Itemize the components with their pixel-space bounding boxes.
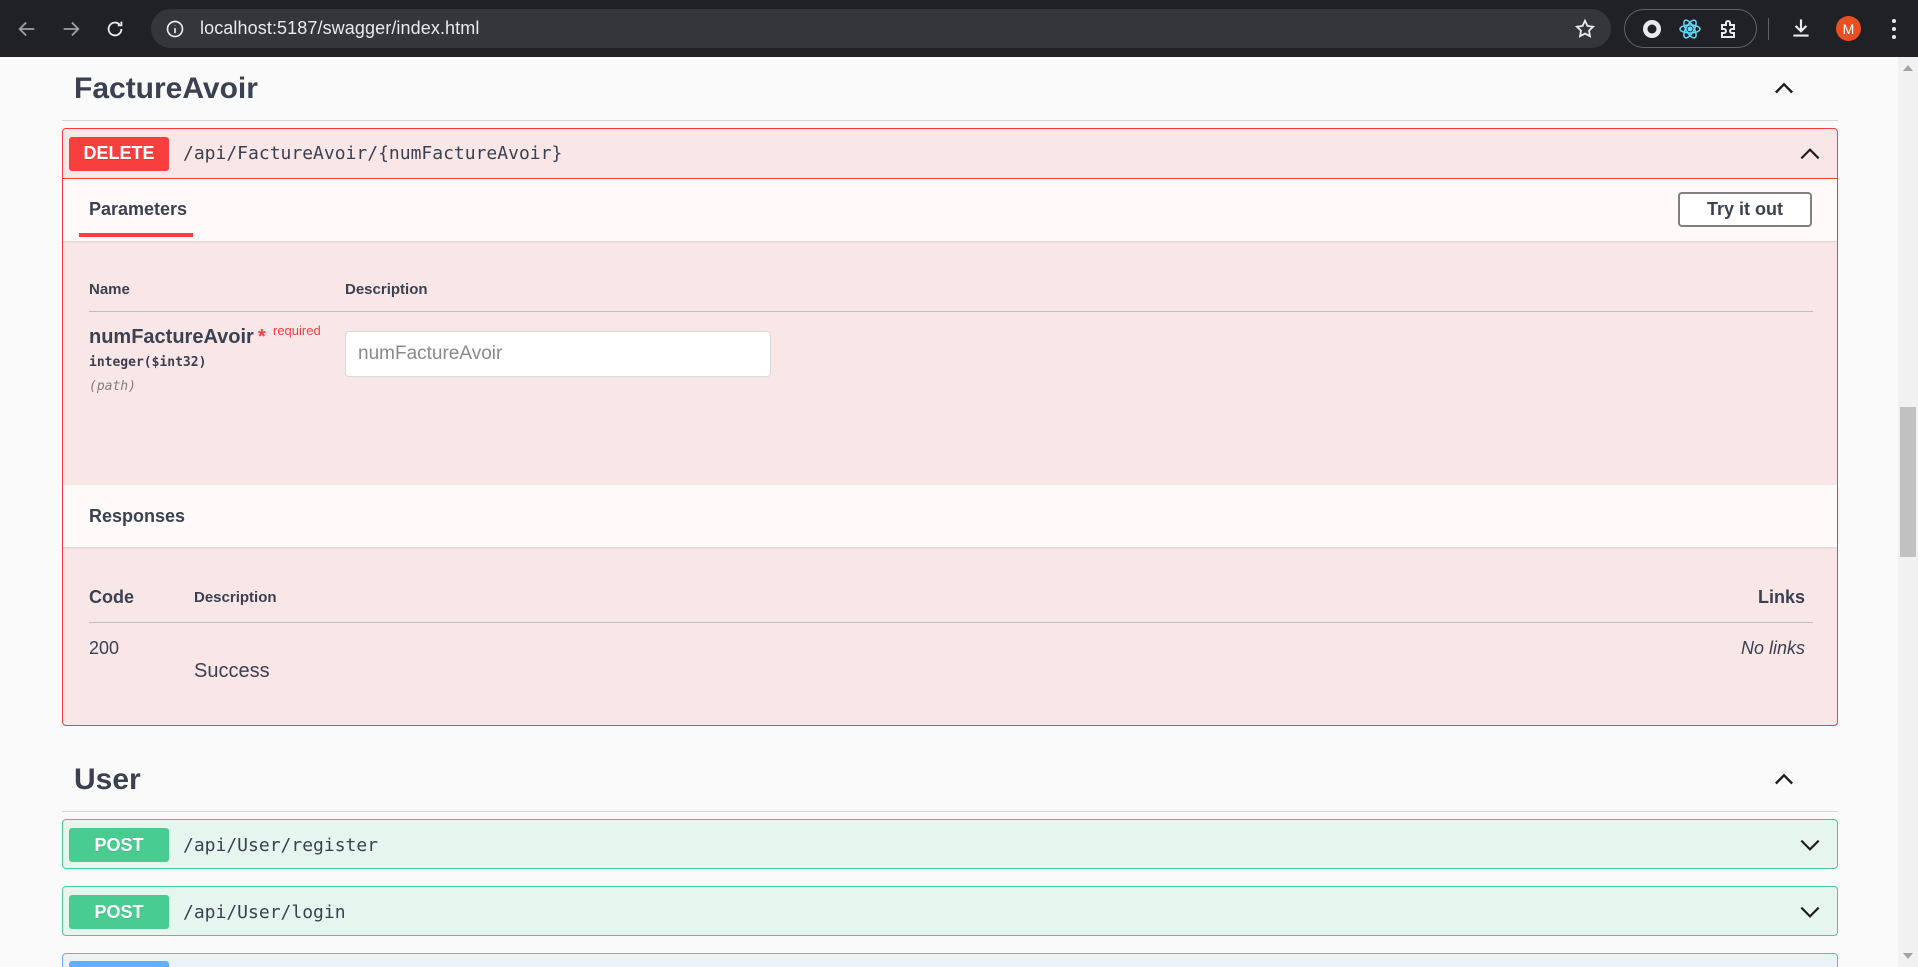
page-scrollbar[interactable] [1898,57,1918,967]
section-title: FactureAvoir [74,71,258,105]
responses-header: Responses [63,485,1837,547]
method-badge [69,961,169,967]
responses-title: Responses [89,506,186,526]
required-star: * [257,326,266,348]
profile-initial: M [1842,20,1855,37]
extensions-group [1624,9,1757,48]
address-bar[interactable]: localhost:5187/swagger/index.html [151,9,1611,48]
parameter-type: integer($int32) [89,355,207,370]
puzzle-icon[interactable] [1717,17,1741,41]
required-label: required [273,323,321,338]
parameters-table: Name Description numFactureAvoir * requir… [63,241,1837,485]
browser-toolbar: localhost:5187/swagger/index.html M [0,0,1918,57]
operation-path: /api/User/register [183,834,379,856]
method-badge: DELETE [69,136,169,171]
parameters-tab-header: Parameters Try it out [63,179,1837,241]
address-url[interactable]: localhost:5187/swagger/index.html [200,18,479,39]
try-it-out-button[interactable]: Try it out [1678,192,1812,227]
parameter-name-text: numFactureAvoir [89,326,254,348]
method-badge: POST [69,828,169,862]
tag-header-user[interactable]: User [62,748,1838,812]
chevron-up-icon[interactable] [1770,75,1798,103]
chevron-down-icon[interactable] [1797,832,1823,858]
reload-icon[interactable] [100,14,130,44]
operation-summary[interactable]: POST /api/User/register [63,820,1837,870]
method-badge: POST [69,895,169,929]
scroll-up-arrow-icon[interactable] [1903,65,1913,71]
column-header-links: Links [1757,587,1805,607]
bookmark-star-icon[interactable] [1574,18,1596,40]
back-arrow-icon[interactable] [12,14,42,44]
chevron-up-icon[interactable] [1797,141,1823,167]
profile-avatar[interactable]: M [1836,16,1861,41]
site-info-icon[interactable] [165,19,185,39]
operation-delete-factureavoir: DELETE /api/FactureAvoir/{numFactureAvoi… [62,128,1838,726]
column-header-name: Name [89,281,130,298]
section-title: User [74,762,141,796]
scroll-thumb[interactable] [1900,407,1916,557]
table-divider [89,311,1813,312]
toolbar-separator [1768,18,1769,40]
tag-header-factureavoir[interactable]: FactureAvoir [62,57,1838,121]
table-divider [89,622,1813,623]
operation-get-partial[interactable] [62,953,1838,967]
column-header-description: Description [345,281,428,298]
operation-post-register[interactable]: POST /api/User/register [62,819,1838,869]
response-description: Success [194,660,270,682]
react-devtools-icon[interactable] [1678,17,1702,41]
chevron-up-icon[interactable] [1770,766,1798,794]
extension-icon[interactable] [1640,17,1664,41]
responses-table: Code Description Links 200 Success No li… [63,547,1837,725]
forward-arrow-icon[interactable] [56,14,86,44]
scroll-down-arrow-icon[interactable] [1903,953,1913,959]
tab-parameters[interactable]: Parameters [89,199,187,220]
parameter-location: (path) [89,379,136,394]
download-icon[interactable] [1788,15,1814,41]
column-header-description: Description [194,589,277,606]
operation-path: /api/User/login [183,901,346,923]
response-code: 200 [89,638,120,658]
operation-post-login[interactable]: POST /api/User/login [62,886,1838,936]
response-links: No links [1740,638,1805,658]
numfactureavoir-input[interactable] [345,331,771,377]
chevron-down-icon[interactable] [1797,899,1823,925]
tab-active-indicator [79,233,193,237]
column-header-code: Code [89,587,134,607]
parameter-name: numFactureAvoir * [89,326,266,349]
operation-path: /api/FactureAvoir/{numFactureAvoir} [183,143,563,164]
operation-summary[interactable]: POST /api/User/login [63,887,1837,937]
kebab-menu-icon[interactable] [1884,16,1904,42]
swagger-content: FactureAvoir DELETE /api/FactureAvoir/{n… [62,57,1838,967]
operation-summary[interactable]: DELETE /api/FactureAvoir/{numFactureAvoi… [63,129,1837,179]
